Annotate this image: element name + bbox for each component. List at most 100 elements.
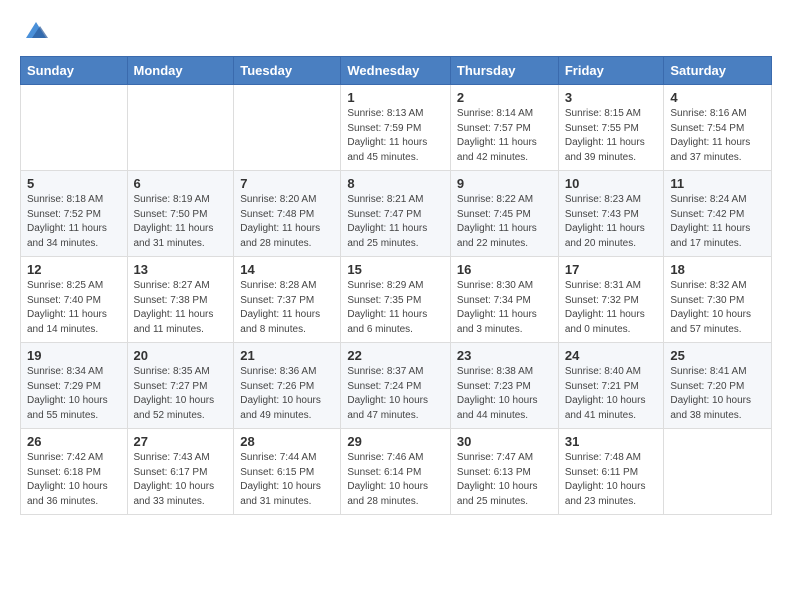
day-info: Sunrise: 8:22 AMSunset: 7:45 PMDaylight:… xyxy=(457,193,552,251)
day-number: 9 xyxy=(457,176,552,191)
day-cell xyxy=(234,85,341,171)
day-number: 24 xyxy=(565,348,658,363)
day-info: Sunrise: 8:16 AMSunset: 7:54 PMDaylight:… xyxy=(670,107,765,165)
day-number: 4 xyxy=(670,90,765,105)
day-info: Sunrise: 8:14 AMSunset: 7:57 PMDaylight:… xyxy=(457,107,552,165)
day-cell xyxy=(21,85,128,171)
day-number: 21 xyxy=(240,348,334,363)
day-number: 16 xyxy=(457,262,552,277)
day-cell: 18Sunrise: 8:32 AMSunset: 7:30 PMDayligh… xyxy=(664,257,772,343)
day-number: 26 xyxy=(27,434,121,449)
day-info: Sunrise: 8:40 AMSunset: 7:21 PMDaylight:… xyxy=(565,365,658,423)
day-number: 13 xyxy=(134,262,228,277)
day-cell: 19 Sunrise: 8:34 AMSunset: 7:29 PMDayligh… xyxy=(21,343,128,429)
day-info: Sunrise: 7:44 AMSunset: 6:15 PMDaylight:… xyxy=(240,451,334,509)
day-number: 6 xyxy=(134,176,228,191)
day-cell: 17 Sunrise: 8:31 AMSunset: 7:32 PMDayligh… xyxy=(558,257,664,343)
day-cell: 16 Sunrise: 8:30 AMSunset: 7:34 PMDayligh… xyxy=(450,257,558,343)
day-number: 25 xyxy=(670,348,765,363)
day-cell: 6 Sunrise: 8:19 AMSunset: 7:50 PMDaylight… xyxy=(127,171,234,257)
day-info: Sunrise: 8:18 AMSunset: 7:52 PMDaylight:… xyxy=(27,193,121,251)
day-number: 7 xyxy=(240,176,334,191)
day-info: Sunrise: 8:34 AMSunset: 7:29 PMDaylight:… xyxy=(27,365,121,423)
day-info: Sunrise: 8:19 AMSunset: 7:50 PMDaylight:… xyxy=(134,193,228,251)
day-cell: 2 Sunrise: 8:14 AMSunset: 7:57 PMDaylight… xyxy=(450,85,558,171)
day-cell: 9 Sunrise: 8:22 AMSunset: 7:45 PMDaylight… xyxy=(450,171,558,257)
day-number: 28 xyxy=(240,434,334,449)
weekday-header-saturday: Saturday xyxy=(664,57,772,85)
day-number: 31 xyxy=(565,434,658,449)
weekday-header-sunday: Sunday xyxy=(21,57,128,85)
day-info: Sunrise: 8:41 AMSunset: 7:20 PMDaylight:… xyxy=(670,365,765,423)
weekday-header-row: SundayMondayTuesdayWednesdayThursdayFrid… xyxy=(21,57,772,85)
day-info: Sunrise: 7:46 AMSunset: 6:14 PMDaylight:… xyxy=(347,451,444,509)
day-cell: 3Sunrise: 8:15 AMSunset: 7:55 PMDaylight… xyxy=(558,85,664,171)
week-row-1: 1Sunrise: 8:13 AMSunset: 7:59 PMDaylight… xyxy=(21,85,772,171)
day-cell: 30 Sunrise: 7:47 AMSunset: 6:13 PMDayligh… xyxy=(450,429,558,515)
day-cell: 4 Sunrise: 8:16 AMSunset: 7:54 PMDaylight… xyxy=(664,85,772,171)
day-info: Sunrise: 8:29 AMSunset: 7:35 PMDaylight:… xyxy=(347,279,444,337)
weekday-header-monday: Monday xyxy=(127,57,234,85)
day-number: 12 xyxy=(27,262,121,277)
day-number: 14 xyxy=(240,262,334,277)
day-cell: 27Sunrise: 7:43 AMSunset: 6:17 PMDayligh… xyxy=(127,429,234,515)
day-info: Sunrise: 8:37 AMSunset: 7:24 PMDaylight:… xyxy=(347,365,444,423)
day-number: 22 xyxy=(347,348,444,363)
day-number: 17 xyxy=(565,262,658,277)
day-number: 15 xyxy=(347,262,444,277)
day-info: Sunrise: 7:43 AMSunset: 6:17 PMDaylight:… xyxy=(134,451,228,509)
day-info: Sunrise: 8:30 AMSunset: 7:34 PMDaylight:… xyxy=(457,279,552,337)
day-info: Sunrise: 7:42 AMSunset: 6:18 PMDaylight:… xyxy=(27,451,121,509)
header xyxy=(20,16,772,46)
day-info: Sunrise: 8:32 AMSunset: 7:30 PMDaylight:… xyxy=(670,279,765,337)
day-info: Sunrise: 8:28 AMSunset: 7:37 PMDaylight:… xyxy=(240,279,334,337)
day-info: Sunrise: 8:38 AMSunset: 7:23 PMDaylight:… xyxy=(457,365,552,423)
day-info: Sunrise: 7:47 AMSunset: 6:13 PMDaylight:… xyxy=(457,451,552,509)
day-number: 5 xyxy=(27,176,121,191)
day-info: Sunrise: 8:21 AMSunset: 7:47 PMDaylight:… xyxy=(347,193,444,251)
day-cell xyxy=(664,429,772,515)
day-info: Sunrise: 8:20 AMSunset: 7:48 PMDaylight:… xyxy=(240,193,334,251)
day-cell: 21Sunrise: 8:36 AMSunset: 7:26 PMDayligh… xyxy=(234,343,341,429)
page: SundayMondayTuesdayWednesdayThursdayFrid… xyxy=(0,0,792,612)
day-number: 8 xyxy=(347,176,444,191)
day-cell: 20 Sunrise: 8:35 AMSunset: 7:27 PMDayligh… xyxy=(127,343,234,429)
day-info: Sunrise: 8:31 AMSunset: 7:32 PMDaylight:… xyxy=(565,279,658,337)
day-number: 30 xyxy=(457,434,552,449)
day-cell: 15 Sunrise: 8:29 AMSunset: 7:35 PMDayligh… xyxy=(341,257,451,343)
day-cell: 23 Sunrise: 8:38 AMSunset: 7:23 PMDayligh… xyxy=(450,343,558,429)
day-info: Sunrise: 8:35 AMSunset: 7:27 PMDaylight:… xyxy=(134,365,228,423)
day-cell xyxy=(127,85,234,171)
day-info: Sunrise: 8:13 AMSunset: 7:59 PMDaylight:… xyxy=(347,107,444,165)
day-cell: 8 Sunrise: 8:21 AMSunset: 7:47 PMDaylight… xyxy=(341,171,451,257)
day-cell: 1Sunrise: 8:13 AMSunset: 7:59 PMDaylight… xyxy=(341,85,451,171)
week-row-5: 26 Sunrise: 7:42 AMSunset: 6:18 PMDayligh… xyxy=(21,429,772,515)
week-row-4: 19 Sunrise: 8:34 AMSunset: 7:29 PMDayligh… xyxy=(21,343,772,429)
weekday-header-wednesday: Wednesday xyxy=(341,57,451,85)
day-cell: 31 Sunrise: 7:48 AMSunset: 6:11 PMDayligh… xyxy=(558,429,664,515)
day-cell: 25 Sunrise: 8:41 AMSunset: 7:20 PMDayligh… xyxy=(664,343,772,429)
day-number: 29 xyxy=(347,434,444,449)
day-info: Sunrise: 8:23 AMSunset: 7:43 PMDaylight:… xyxy=(565,193,658,251)
day-cell: 22 Sunrise: 8:37 AMSunset: 7:24 PMDayligh… xyxy=(341,343,451,429)
weekday-header-thursday: Thursday xyxy=(450,57,558,85)
day-number: 2 xyxy=(457,90,552,105)
day-cell: 11Sunrise: 8:24 AMSunset: 7:42 PMDayligh… xyxy=(664,171,772,257)
calendar: SundayMondayTuesdayWednesdayThursdayFrid… xyxy=(20,56,772,515)
day-cell: 24 Sunrise: 8:40 AMSunset: 7:21 PMDayligh… xyxy=(558,343,664,429)
day-cell: 13 Sunrise: 8:27 AMSunset: 7:38 PMDayligh… xyxy=(127,257,234,343)
day-number: 19 xyxy=(27,348,121,363)
day-number: 11 xyxy=(670,176,765,191)
day-info: Sunrise: 8:27 AMSunset: 7:38 PMDaylight:… xyxy=(134,279,228,337)
day-cell: 5 Sunrise: 8:18 AMSunset: 7:52 PMDaylight… xyxy=(21,171,128,257)
day-number: 20 xyxy=(134,348,228,363)
week-row-3: 12 Sunrise: 8:25 AMSunset: 7:40 PMDayligh… xyxy=(21,257,772,343)
day-cell: 12 Sunrise: 8:25 AMSunset: 7:40 PMDayligh… xyxy=(21,257,128,343)
day-cell: 29 Sunrise: 7:46 AMSunset: 6:14 PMDayligh… xyxy=(341,429,451,515)
day-cell: 7 Sunrise: 8:20 AMSunset: 7:48 PMDaylight… xyxy=(234,171,341,257)
day-info: Sunrise: 8:25 AMSunset: 7:40 PMDaylight:… xyxy=(27,279,121,337)
day-info: Sunrise: 8:15 AMSunset: 7:55 PMDaylight:… xyxy=(565,107,658,165)
day-info: Sunrise: 7:48 AMSunset: 6:11 PMDaylight:… xyxy=(565,451,658,509)
logo-icon xyxy=(22,16,50,44)
day-number: 23 xyxy=(457,348,552,363)
